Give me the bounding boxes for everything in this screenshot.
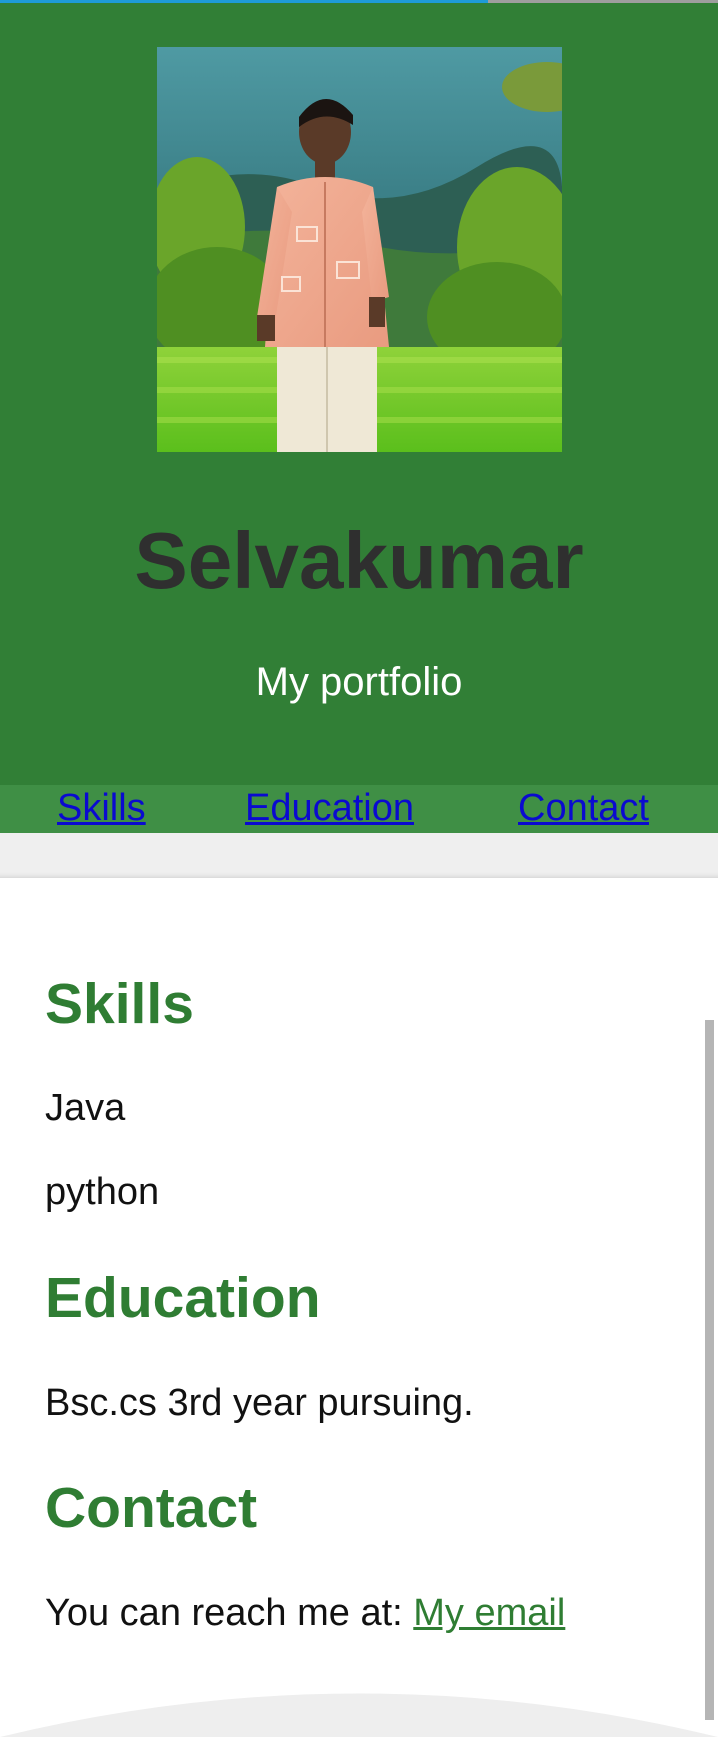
contact-text-label: You can reach me at:	[45, 1592, 414, 1634]
skill-item-python: python	[45, 1171, 160, 1213]
page-scrollbar[interactable]	[705, 1020, 714, 1720]
skill-item-java: Java	[45, 1087, 126, 1129]
overscroll-glow	[0, 1693, 718, 1737]
site-header: Selvakumar My portfolio	[0, 3, 718, 785]
page: Selvakumar My portfolio Skills Education…	[0, 0, 718, 1737]
site-tagline: My portfolio	[255, 660, 463, 704]
site-name: Selvakumar	[134, 516, 584, 605]
profile-photo	[157, 47, 562, 452]
nav-link-skills[interactable]: Skills	[57, 785, 146, 831]
contact-text: You can reach me at: My email	[45, 1590, 565, 1636]
nav-link-education[interactable]: Education	[245, 785, 414, 831]
email-link[interactable]: My email	[413, 1592, 565, 1634]
main-content: Skills Java python Education Bsc.cs 3rd …	[0, 878, 718, 1737]
education-text: Bsc.cs 3rd year pursuing.	[45, 1382, 474, 1424]
section-divider	[0, 833, 718, 878]
education-heading: Education	[45, 1266, 321, 1330]
contact-heading: Contact	[45, 1476, 258, 1540]
profile-photo-image	[157, 47, 562, 452]
skills-heading: Skills	[45, 972, 194, 1036]
nav-link-contact[interactable]: Contact	[518, 785, 649, 831]
main-nav: Skills Education Contact	[0, 785, 718, 833]
